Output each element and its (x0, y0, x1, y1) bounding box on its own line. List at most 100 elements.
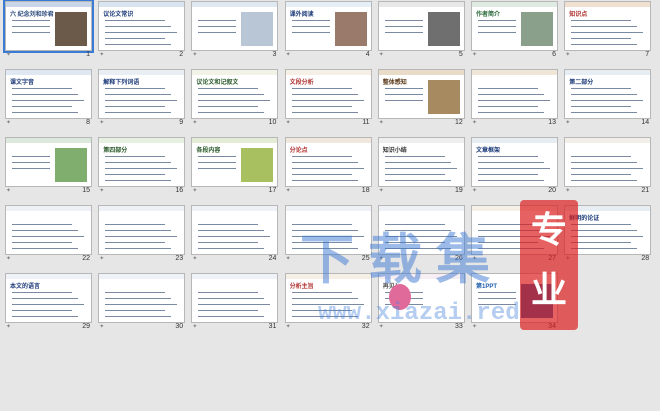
slide-text-line (105, 292, 166, 293)
slide-thumbnail[interactable]: 议论文常识 ✦ 2 (98, 1, 186, 59)
slide-preview[interactable] (98, 273, 186, 323)
slide-preview[interactable]: 第四部分 (98, 137, 186, 187)
slide-text-line (105, 248, 172, 249)
slide-thumbnail[interactable]: ✦ 22 (5, 205, 92, 263)
slide-header-band (285, 70, 371, 75)
slide-preview[interactable]: 课外阅读 (284, 1, 372, 51)
slide-thumbnail[interactable]: 解释下列词语 ✦ 9 (98, 69, 186, 127)
slide-text-line (571, 162, 638, 163)
slide-image (241, 12, 274, 46)
slide-preview[interactable] (5, 205, 92, 255)
slide-text-line (571, 38, 632, 39)
slide-text-line (12, 224, 72, 225)
slide-preview[interactable]: 第二部分 (564, 69, 652, 119)
slide-thumbnail[interactable]: ✦ 30 (98, 273, 186, 331)
slide-title: 议论文和记叙文 (196, 80, 239, 86)
transition-icon: ✦ (472, 52, 478, 58)
slide-thumbnail[interactable]: ✦ 31 (191, 273, 279, 331)
slide-thumbnail[interactable]: 文段分析 ✦ 11 (284, 69, 372, 127)
slide-text-line (105, 304, 178, 305)
slide-preview[interactable]: 课文字音 (5, 69, 92, 119)
slide-header-band (378, 2, 464, 7)
slide-thumbnail[interactable]: 六 纪念刘和珍君 ✦ 1 (3, 0, 94, 59)
slide-thumbnail[interactable]: 课外阅读 ✦ 4 (284, 1, 372, 59)
slide-text-line (571, 230, 638, 231)
transition-icon: ✦ (192, 120, 198, 126)
slide-preview[interactable]: 知识小结 (377, 137, 465, 187)
slide-text-line (478, 20, 516, 21)
slide-thumbnail[interactable]: 整体感知 ✦ 12 (377, 69, 465, 127)
slide-preview[interactable]: 分论点 (284, 137, 372, 187)
slide-header-band (378, 70, 464, 75)
slide-text-line (384, 180, 451, 181)
slide-header-band (6, 206, 91, 211)
slide-text-line (384, 100, 423, 101)
slide-thumbnail[interactable]: 知识点 ✦ 7 (564, 1, 652, 59)
slide-preview[interactable] (191, 1, 279, 51)
slide-text-line (291, 32, 330, 33)
slide-thumbnail[interactable]: 议论文和记叙文 ✦ 10 (191, 69, 279, 127)
transition-icon: ✦ (472, 188, 478, 194)
slide-preview[interactable]: 作者简介 (471, 1, 558, 51)
slide-preview[interactable] (377, 1, 465, 51)
slide-preview[interactable] (98, 205, 186, 255)
slide-thumbnail[interactable]: ✦ 23 (98, 205, 186, 263)
slide-preview[interactable] (564, 137, 652, 187)
slide-preview[interactable]: 议论文和记叙文 (191, 69, 279, 119)
slide-number: 3 (272, 51, 277, 58)
slide-preview[interactable]: 解释下列词语 (98, 69, 186, 119)
slide-text-line (198, 230, 265, 231)
slide-thumbnail[interactable]: ✦ 5 (377, 1, 465, 59)
slide-thumbnail[interactable]: ✦ 24 (191, 205, 279, 263)
slide-preview[interactable] (471, 69, 558, 119)
slide-text-line (105, 38, 166, 39)
slide-text-line (12, 156, 50, 157)
slide-text-line (571, 156, 632, 157)
slide-preview[interactable]: 各段内容 (191, 137, 279, 187)
slide-thumbnail[interactable]: 分论点 ✦ 18 (284, 137, 372, 195)
transition-icon: ✦ (285, 52, 291, 58)
slide-text-line (198, 298, 265, 299)
slide-preview[interactable] (5, 137, 92, 187)
slide-text-line (291, 180, 358, 181)
slide-header-band (472, 70, 557, 75)
slide-text-line (198, 168, 237, 169)
slide-preview[interactable]: 本文的语言 (5, 273, 92, 323)
slide-thumbnail[interactable]: ✦ 21 (564, 137, 652, 195)
slide-thumbnail[interactable]: 第二部分 ✦ 14 (564, 69, 652, 127)
slide-thumbnail[interactable]: 作者简介 ✦ 6 (471, 1, 558, 59)
slide-preview[interactable]: 整体感知 (377, 69, 465, 119)
slide-image (521, 12, 553, 46)
slide-thumbnail[interactable]: 第四部分 ✦ 16 (98, 137, 186, 195)
slide-thumbnail[interactable]: 各段内容 ✦ 17 (191, 137, 279, 195)
slide-preview[interactable]: 文章框架 (471, 137, 558, 187)
slide-preview[interactable] (191, 273, 279, 323)
slide-thumbnail[interactable]: 知识小结 ✦ 19 (377, 137, 465, 195)
slide-text-line (478, 156, 538, 157)
slide-text-line (478, 100, 550, 101)
watermark-seal-top: 专 (530, 210, 567, 250)
transition-icon: ✦ (6, 52, 12, 58)
slide-text-line (12, 106, 72, 107)
slide-header-band (6, 70, 91, 75)
slide-text-line (384, 20, 423, 21)
slide-thumbnail[interactable]: 本文的语言 ✦ 29 (5, 273, 92, 331)
slide-text-line (571, 168, 644, 169)
slide-number: 5 (458, 51, 463, 58)
slide-thumbnail[interactable]: ✦ 3 (191, 1, 279, 59)
slide-preview[interactable]: 六 纪念刘和珍君 (3, 0, 94, 53)
slide-text-line (291, 168, 364, 169)
slide-thumbnail[interactable]: ✦ 13 (471, 69, 558, 127)
slide-thumbnail[interactable]: 课文字音 ✦ 8 (5, 69, 92, 127)
slide-text-line (12, 88, 72, 89)
slide-preview[interactable]: 议论文常识 (98, 1, 186, 51)
slide-preview[interactable]: 知识点 (564, 1, 652, 51)
watermark-seal-bottom: 业 (530, 270, 567, 310)
slide-text-line (478, 106, 538, 107)
slide-thumbnail[interactable]: 文章框架 ✦ 20 (471, 137, 558, 195)
slide-thumbnail[interactable]: ✦ 15 (5, 137, 92, 195)
slide-preview[interactable] (191, 205, 279, 255)
slide-header-band (192, 274, 278, 279)
slide-text-line (198, 304, 271, 305)
slide-preview[interactable]: 文段分析 (284, 69, 372, 119)
